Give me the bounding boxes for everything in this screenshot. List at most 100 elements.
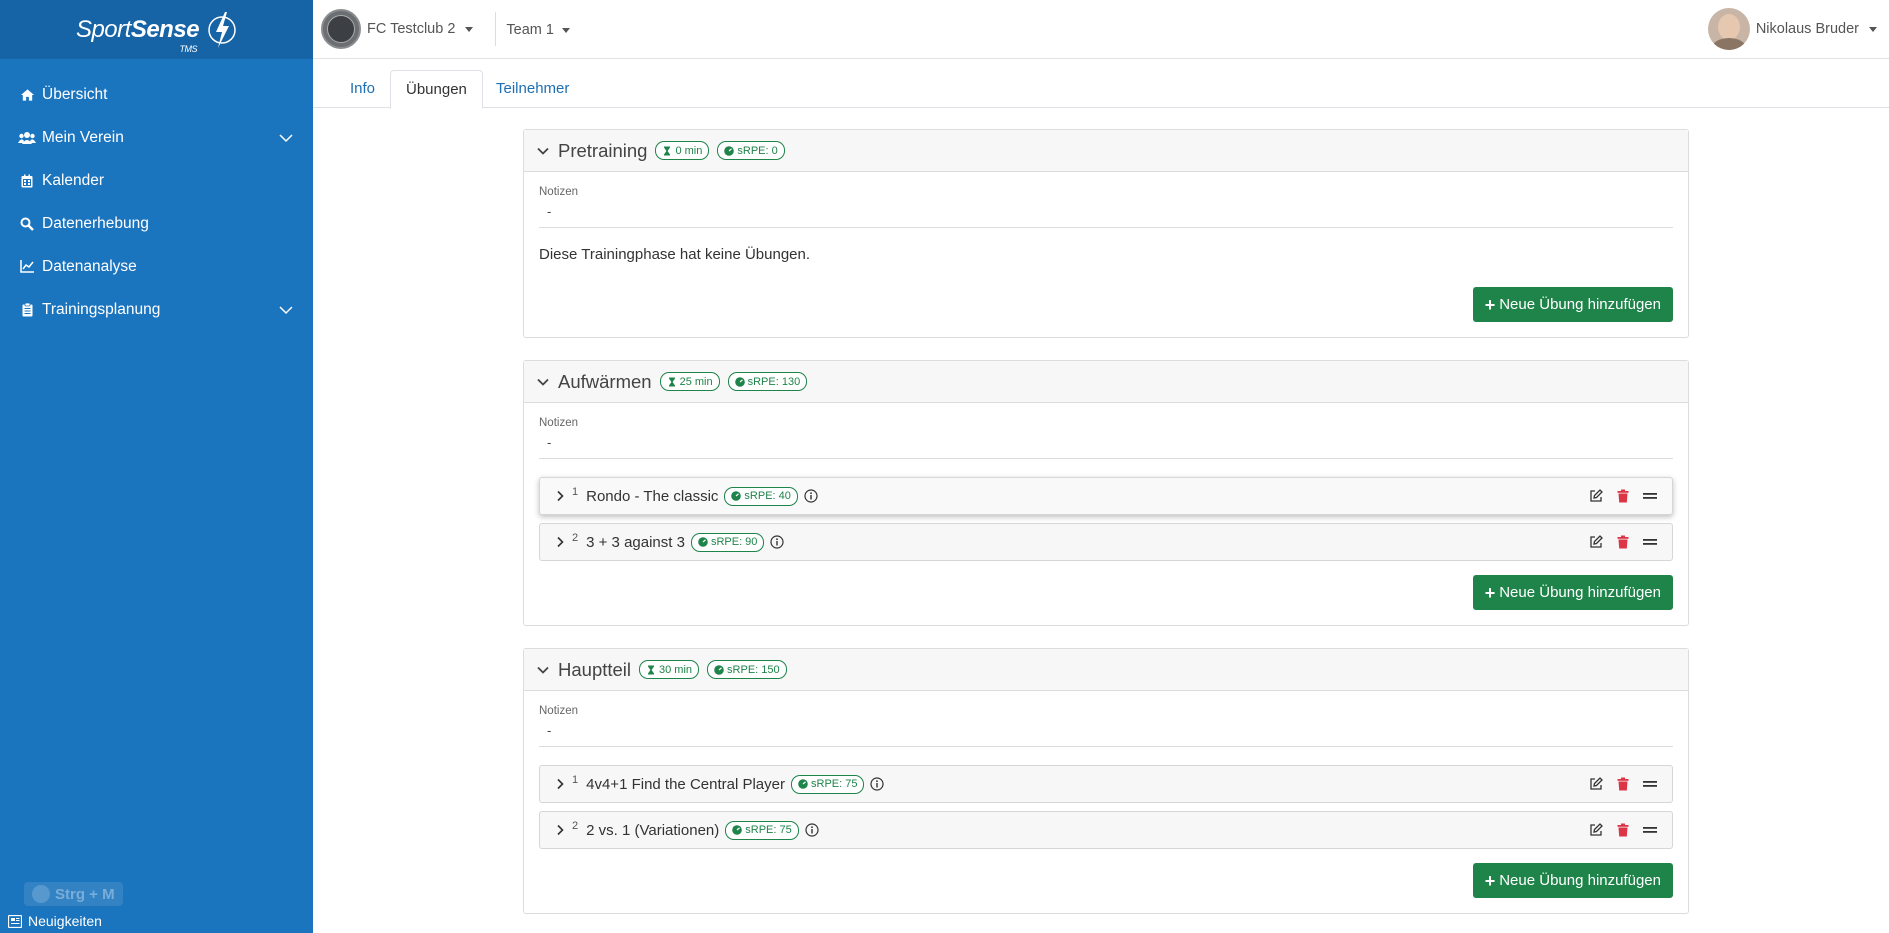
exercise-row[interactable]: 1 Rondo - The classic sRPE: 40 (539, 477, 1673, 515)
chevron-down-icon[interactable] (536, 144, 550, 158)
exercise-number: 2 (572, 532, 579, 544)
sidebar-item-trainingsplanung[interactable]: Trainingsplanung (0, 288, 313, 331)
chevron-down-icon[interactable] (536, 663, 550, 677)
exercise-row[interactable]: 2 2 vs. 1 (Variationen) sRPE: 75 (539, 811, 1673, 849)
caret-down-icon (465, 26, 474, 32)
shortcut-hint: Strg + M (24, 882, 123, 906)
edit-icon[interactable] (1588, 776, 1604, 792)
info-icon[interactable] (805, 823, 819, 837)
drag-handle-icon[interactable] (1642, 534, 1658, 550)
brand-logo[interactable]: SportSense TMS (0, 0, 313, 59)
brand-wordmark: SportSense TMS (75, 15, 200, 54)
club-selector[interactable]: FC Testclub 2 (321, 9, 474, 49)
add-exercise-button[interactable]: + Neue Übung hinzufügen (1472, 863, 1673, 898)
srpe-badge: sRPE: 75 (725, 820, 799, 840)
chevron-right-icon[interactable] (554, 490, 566, 502)
gauge-icon (798, 779, 808, 789)
notes-label: Notizen (539, 417, 578, 429)
srpe-badge: sRPE: 40 (724, 486, 798, 506)
duration-badge: 0 min (655, 141, 710, 160)
hourglass-icon (648, 665, 655, 674)
exercise-number: 1 (572, 486, 579, 498)
search-icon (18, 215, 36, 233)
add-exercise-button[interactable]: + Neue Übung hinzufügen (1472, 575, 1673, 610)
info-icon[interactable] (804, 489, 818, 503)
notes-field[interactable]: - (539, 198, 1673, 228)
duration-badge: 25 min (659, 372, 720, 391)
srpe-badge: sRPE: 130 (727, 372, 808, 391)
chevron-right-icon[interactable] (554, 824, 566, 836)
user-menu[interactable]: Nikolaus Bruder (1707, 8, 1877, 50)
chevron-right-icon[interactable] (554, 536, 566, 548)
edit-icon[interactable] (1588, 488, 1604, 504)
chart-icon (18, 258, 36, 276)
gauge-icon (732, 825, 743, 835)
sidebar-item-kalender[interactable]: Kalender (0, 159, 313, 202)
gauge-icon (724, 145, 735, 156)
info-icon[interactable] (870, 777, 885, 791)
delete-icon[interactable] (1615, 776, 1631, 792)
team-name: Team 1 (506, 22, 554, 38)
exercise-row[interactable]: 2 3 + 3 against 3 sRPE: 90 (539, 523, 1673, 561)
divider (495, 12, 497, 46)
delete-icon[interactable] (1615, 822, 1631, 838)
srpe-badge: sRPE: 75 (791, 774, 865, 794)
chevron-down-icon[interactable] (279, 303, 293, 317)
gauge-icon (714, 664, 724, 675)
sidebar-item-label: Trainingsplanung (42, 300, 161, 318)
gauge-icon (731, 491, 742, 501)
sidebar-item-mein-verein[interactable]: Mein Verein (0, 116, 313, 159)
srpe-badge: sRPE: 0 (717, 141, 785, 160)
drag-handle-icon[interactable] (1642, 822, 1658, 838)
sidebar: SportSense TMS Übersicht Mein Verein Kal… (0, 0, 313, 933)
top-bar: FC Testclub 2 Team 1 Nikolaus Bruder (313, 0, 1889, 59)
team-selector[interactable]: Team 1 (506, 22, 570, 38)
phase-card-pretraining: Pretraining 0 min sRPE: 0 Notizen - Dies… (523, 129, 1689, 338)
sidebar-item-label: Kalender (42, 171, 105, 189)
phase-title: Aufwärmen (558, 370, 652, 392)
notes-label: Notizen (539, 186, 578, 198)
tab-info[interactable]: Info (335, 70, 390, 108)
tab-uebungen[interactable]: Übungen (390, 70, 483, 109)
exercise-name: 2 vs. 1 (Variationen) (586, 821, 720, 839)
gauge-icon (734, 376, 745, 387)
command-icon (32, 885, 50, 903)
tab-bar: Info Übungen Teilnehmer (313, 70, 1889, 109)
delete-icon[interactable] (1615, 488, 1631, 504)
empty-message: Diese Trainingphase hat keine Übungen. (539, 246, 811, 263)
chevron-right-icon[interactable] (554, 778, 566, 790)
drag-handle-icon[interactable] (1642, 488, 1658, 504)
user-name: Nikolaus Bruder (1755, 21, 1859, 37)
edit-icon[interactable] (1588, 534, 1604, 550)
chevron-down-icon[interactable] (536, 375, 550, 389)
phase-header: Aufwärmen 25 min sRPE: 130 (524, 361, 1688, 403)
notes-field[interactable]: - (539, 429, 1673, 459)
hourglass-icon (664, 146, 671, 155)
tab-teilnehmer[interactable]: Teilnehmer (481, 70, 584, 108)
edit-icon[interactable] (1588, 822, 1604, 838)
sidebar-item-datenanalyse[interactable]: Datenanalyse (0, 245, 313, 288)
newspaper-icon (8, 914, 22, 928)
gauge-icon (698, 537, 708, 547)
phase-title: Pretraining (558, 139, 648, 161)
sidebar-item-uebersicht[interactable]: Übersicht (0, 73, 313, 116)
hourglass-icon (668, 377, 675, 386)
notes-label: Notizen (539, 705, 578, 717)
info-icon[interactable] (770, 535, 785, 549)
sidebar-item-label: Übersicht (42, 85, 108, 103)
sidebar-item-label: Mein Verein (42, 128, 124, 146)
duration-badge: 30 min (639, 660, 700, 679)
news-link[interactable]: Neuigkeiten (8, 913, 102, 929)
exercise-name: 4v4+1 Find the Central Player (586, 775, 785, 793)
drag-handle-icon[interactable] (1642, 776, 1658, 792)
exercise-name: Rondo - The classic (586, 487, 719, 505)
sidebar-item-label: Datenanalyse (42, 257, 137, 275)
phase-card-aufwaermen: Aufwärmen 25 min sRPE: 130 Notizen - 1 R… (523, 360, 1689, 626)
exercise-name: 3 + 3 against 3 (586, 533, 685, 551)
delete-icon[interactable] (1615, 534, 1631, 550)
notes-field[interactable]: - (539, 717, 1673, 747)
exercise-row[interactable]: 1 4v4+1 Find the Central Player sRPE: 75 (539, 765, 1673, 803)
sidebar-item-datenerhebung[interactable]: Datenerhebung (0, 202, 313, 245)
add-exercise-button[interactable]: + Neue Übung hinzufügen (1472, 287, 1673, 322)
chevron-down-icon[interactable] (279, 131, 293, 145)
